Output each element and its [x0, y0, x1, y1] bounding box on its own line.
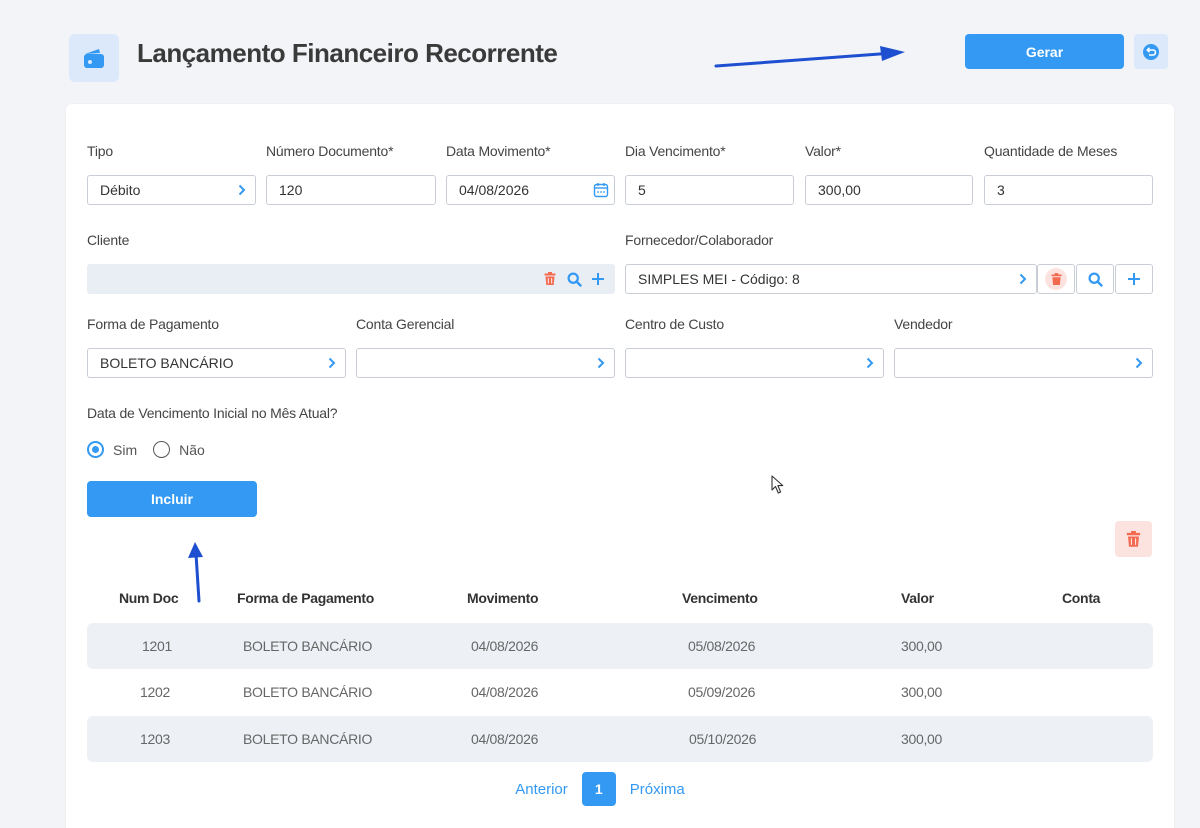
search-icon [1087, 271, 1103, 287]
conta-gerencial-label: Conta Gerencial [356, 316, 455, 332]
cell-num-doc: 1203 [140, 731, 170, 747]
fornecedor-delete-button[interactable] [1037, 264, 1075, 294]
search-icon[interactable] [562, 267, 586, 291]
chevron-right-icon [1126, 357, 1152, 369]
fornecedor-add-button[interactable] [1115, 264, 1153, 294]
plus-icon [1128, 273, 1140, 285]
plus-icon[interactable] [586, 267, 610, 291]
cell-forma: BOLETO BANCÁRIO [243, 731, 373, 747]
pagination-prev[interactable]: Anterior [515, 781, 568, 798]
chevron-right-icon [229, 184, 255, 196]
cell-movimento: 04/08/2026 [471, 684, 539, 700]
cell-valor: 300,00 [901, 731, 943, 747]
dia-vencimento-label: Dia Vencimento* [625, 143, 726, 159]
fornecedor-select[interactable]: SIMPLES MEI - Código: 8 [625, 264, 1037, 294]
vencimento-mes-atual-radio-group: Sim Não [87, 441, 205, 458]
table-row[interactable]: 1201 BOLETO BANCÁRIO 04/08/2026 05/08/20… [87, 623, 1153, 669]
quantidade-meses-input[interactable]: 3 [984, 175, 1153, 205]
column-header-conta: Conta [1062, 590, 1101, 606]
page-title: Lançamento Financeiro Recorrente [137, 38, 558, 68]
chevron-right-icon [588, 357, 614, 369]
cell-vencimento: 05/09/2026 [688, 684, 756, 700]
cell-valor: 300,00 [901, 638, 943, 654]
dia-vencimento-input[interactable]: 5 [625, 175, 794, 205]
table-row[interactable]: 1203 BOLETO BANCÁRIO 04/08/2026 05/10/20… [87, 716, 1153, 762]
cell-forma: BOLETO BANCÁRIO [243, 638, 373, 654]
fornecedor-label: Fornecedor/Colaborador [625, 232, 774, 248]
vendedor-select[interactable] [894, 348, 1153, 378]
pagination-page-1[interactable]: 1 [581, 772, 616, 806]
cliente-input[interactable] [87, 264, 615, 294]
trash-icon [1045, 268, 1067, 290]
data-movimento-label: Data Movimento* [446, 143, 551, 159]
cell-movimento: 04/08/2026 [471, 731, 539, 747]
pagination-next[interactable]: Próxima [630, 781, 685, 798]
vendedor-label: Vendedor [894, 316, 953, 332]
calendar-icon[interactable] [588, 182, 614, 198]
trash-icon[interactable] [538, 267, 562, 291]
chevron-right-icon [857, 357, 883, 369]
numero-documento-label: Número Documento* [266, 143, 394, 159]
cell-vencimento: 05/10/2026 [689, 731, 757, 747]
conta-gerencial-select[interactable] [356, 348, 615, 378]
radio-sim-label: Sim [113, 441, 138, 458]
undo-button[interactable] [1134, 34, 1168, 69]
tipo-label: Tipo [87, 143, 113, 159]
include-button[interactable]: Incluir [87, 481, 257, 517]
generate-button[interactable]: Gerar [965, 34, 1124, 69]
radio-nao[interactable] [153, 441, 171, 458]
radio-sim[interactable] [87, 441, 104, 458]
data-movimento-input[interactable]: 04/08/2026 [446, 175, 615, 205]
centro-custo-label: Centro de Custo [625, 316, 724, 332]
vencimento-mes-atual-label: Data de Vencimento Inicial no Mês Atual? [87, 405, 338, 421]
pagination: Anterior 1 Próxima [0, 772, 1200, 806]
wallet-icon [69, 34, 119, 82]
cell-num-doc: 1201 [142, 638, 172, 654]
column-header-vencimento: Vencimento [682, 590, 758, 606]
quantidade-meses-label: Quantidade de Meses [984, 143, 1118, 159]
numero-documento-input[interactable]: 120 [266, 175, 436, 205]
column-header-valor: Valor [901, 590, 934, 606]
cell-valor: 300,00 [901, 684, 943, 700]
delete-all-button[interactable] [1115, 521, 1152, 557]
mouse-cursor-icon [771, 475, 784, 494]
centro-custo-select[interactable] [625, 348, 884, 378]
column-header-movimento: Movimento [467, 590, 539, 606]
cell-forma: BOLETO BANCÁRIO [243, 684, 373, 700]
column-header-num-doc: Num Doc [119, 590, 179, 606]
fornecedor-search-button[interactable] [1076, 264, 1114, 294]
table-row[interactable]: 1202 BOLETO BANCÁRIO 04/08/2026 05/09/20… [87, 669, 1153, 715]
trash-icon [1126, 530, 1141, 547]
radio-nao-label: Não [179, 441, 205, 458]
cell-num-doc: 1202 [140, 684, 170, 700]
annotation-arrow-icon [714, 46, 905, 68]
forma-pagamento-select[interactable]: BOLETO BANCÁRIO [87, 348, 346, 378]
valor-label: Valor* [805, 143, 841, 159]
chevron-right-icon [319, 357, 345, 369]
column-header-forma-pagamento: Forma de Pagamento [237, 590, 374, 606]
undo-icon [1143, 43, 1159, 60]
cliente-label: Cliente [87, 232, 130, 248]
valor-input[interactable]: 300,00 [805, 175, 973, 205]
chevron-right-icon [1010, 273, 1036, 285]
cell-movimento: 04/08/2026 [471, 638, 539, 654]
cell-vencimento: 05/08/2026 [688, 638, 756, 654]
forma-pagamento-label: Forma de Pagamento [87, 316, 219, 332]
tipo-select[interactable]: Débito [87, 175, 256, 205]
